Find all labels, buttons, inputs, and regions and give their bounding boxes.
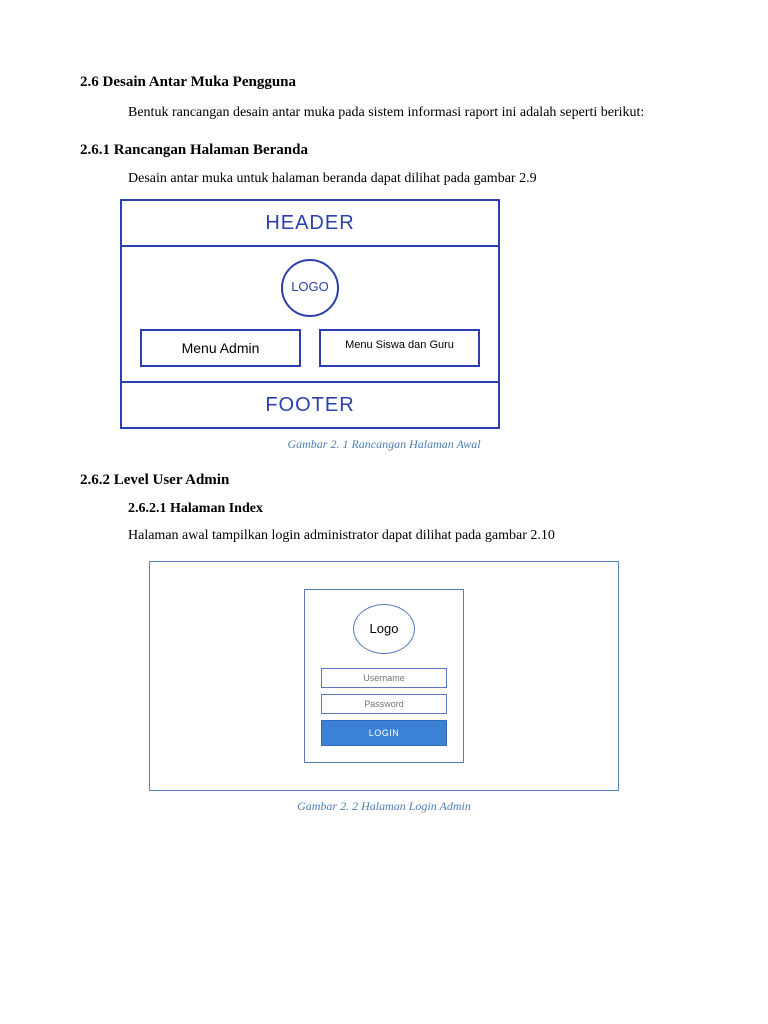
section-2-6-2-1-title: 2.6.2.1 Halaman Index (128, 498, 688, 520)
wireframe-body-region: LOGO Menu Admin Menu Siswa dan Guru (122, 247, 498, 381)
login-logo-circle: Logo (353, 604, 415, 654)
wireframe-header-region: HEADER (122, 201, 498, 247)
wireframe-footer-region: FOOTER (122, 381, 498, 427)
wireframe-beranda: HEADER LOGO Menu Admin Menu Siswa dan Gu… (120, 199, 500, 429)
section-2-6-1-title: 2.6.1 Rancangan Halaman Beranda (80, 138, 688, 162)
section-2-6-intro: Bentuk rancangan desain antar muka pada … (80, 102, 688, 124)
figure-2-2-caption: Gambar 2. 2 Halaman Login Admin (80, 797, 688, 816)
section-2-6-title: 2.6 Desain Antar Muka Pengguna (80, 70, 688, 94)
login-card: Logo LOGIN (304, 589, 464, 763)
section-2-6-2-title: 2.6.2 Level User Admin (80, 468, 688, 492)
section-2-6-1-text: Desain antar muka untuk halaman beranda … (80, 168, 688, 190)
login-button[interactable]: LOGIN (321, 720, 447, 746)
wireframe-login-container: Logo LOGIN (149, 561, 619, 791)
figure-2-1-caption: Gambar 2. 1 Rancangan Halaman Awal (80, 435, 688, 454)
password-field[interactable] (321, 694, 447, 714)
logo-circle: LOGO (281, 259, 339, 317)
username-field[interactable] (321, 668, 447, 688)
menu-admin-button[interactable]: Menu Admin (140, 329, 301, 367)
menu-siswa-guru-button[interactable]: Menu Siswa dan Guru (319, 329, 480, 367)
section-2-6-2-1-text: Halaman awal tampilkan login administrat… (80, 525, 688, 547)
